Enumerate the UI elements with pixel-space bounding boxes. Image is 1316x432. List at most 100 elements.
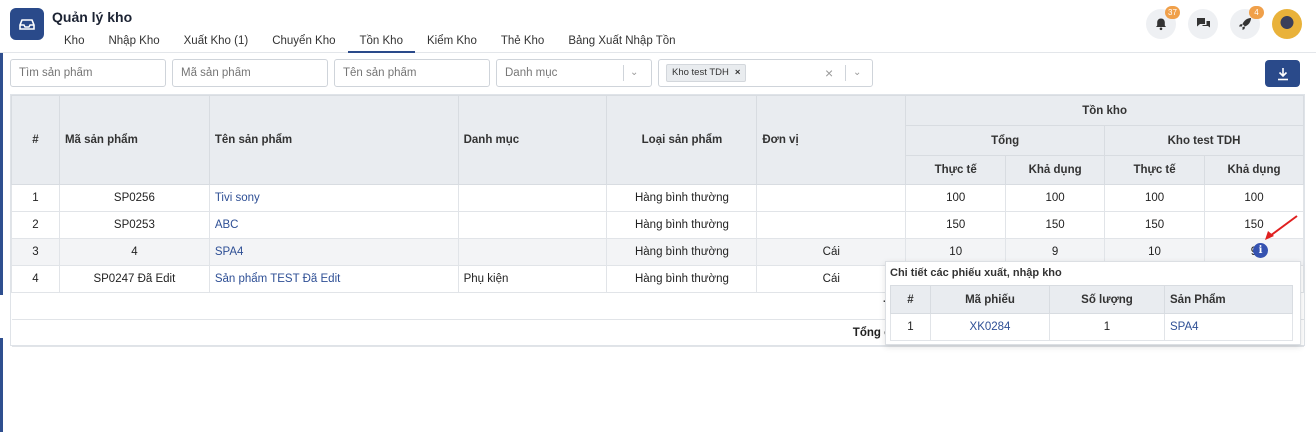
product-name-field[interactable]: [334, 59, 490, 87]
download-icon: [1277, 67, 1288, 80]
category-select[interactable]: Danh mục ⌄: [496, 59, 652, 87]
row-unit: [756, 184, 907, 212]
chat-button[interactable]: [1188, 9, 1218, 39]
popover-col-product: Sản Phẩm: [1164, 285, 1293, 314]
left-edge-strip: [0, 0, 3, 432]
tab-nhap-kho[interactable]: Nhập Kho: [96, 32, 171, 53]
popover-title: Chi tiết các phiếu xuất, nhập kho: [890, 267, 1062, 279]
chevron-down-icon[interactable]: ⌄: [630, 60, 638, 86]
row-type: Hàng bình thường: [606, 238, 758, 266]
row-product-link[interactable]: ABC: [208, 211, 459, 239]
row-type: Hàng bình thường: [606, 265, 758, 293]
table-row: 2 SP0253 ABC Hàng bình thường 150 150 15…: [11, 211, 1304, 239]
search-input[interactable]: [19, 67, 157, 79]
warehouse-app-icon[interactable]: [10, 8, 44, 40]
left-edge-segment: [0, 338, 3, 432]
notifications-button[interactable]: 37: [1146, 6, 1180, 39]
tab-bang-xuat-nhap-ton[interactable]: Bảng Xuất Nhập Tồn: [556, 32, 687, 53]
popover-voucher-link[interactable]: XK0284: [930, 313, 1050, 341]
bell-icon: [1156, 18, 1166, 31]
popover-row-index: 1: [890, 313, 931, 341]
popover-col-index: #: [890, 285, 931, 314]
row-index: 3: [11, 238, 60, 266]
warehouse-tag: Kho test TDH ×: [666, 64, 747, 82]
row-index: 2: [11, 211, 60, 239]
popover-table: # Mã phiếu Số lượng Sản Phẩm 1 XK0284 1 …: [890, 285, 1293, 341]
rocket-button[interactable]: 4: [1230, 6, 1264, 39]
search-product-field[interactable]: [10, 59, 166, 87]
warehouse-tag-label: Kho test TDH: [672, 67, 729, 78]
select-separator: [623, 65, 624, 81]
table-row: 1 SP0256 Tivi sony Hàng bình thường 100 …: [11, 184, 1304, 212]
row-total-available: 100: [1005, 184, 1106, 212]
col-warehouse-available[interactable]: Khả dụng: [1204, 155, 1304, 185]
tab-chuyen-kho[interactable]: Chuyển Kho: [260, 32, 347, 53]
app-header: Quản lý kho Kho Nhập Kho Xuất Kho (1) Ch…: [0, 0, 1316, 53]
row-code: 4: [58, 238, 210, 266]
col-group-stock: Tồn kho: [905, 95, 1304, 126]
col-warehouse-actual[interactable]: Thực tế: [1104, 155, 1205, 185]
tab-kiem-kho[interactable]: Kiểm Kho: [415, 32, 489, 53]
product-code-field[interactable]: [172, 59, 328, 87]
chevron-down-icon[interactable]: ⌄: [853, 60, 861, 86]
warehouse-select[interactable]: Kho test TDH × × ⌄: [658, 59, 873, 87]
rocket-icon: [1239, 18, 1251, 30]
row-category: [457, 184, 608, 212]
popover-col-qty: Số lượng: [1049, 285, 1165, 314]
tab-kho[interactable]: Kho: [52, 32, 96, 53]
row-product-link[interactable]: Sản phẩm TEST Đã Edit: [208, 265, 459, 293]
notification-count-badge: 37: [1165, 6, 1180, 19]
product-code-input[interactable]: [181, 67, 319, 79]
tab-xuat-kho[interactable]: Xuất Kho (1): [172, 32, 261, 53]
row-warehouse-actual: 150: [1104, 211, 1205, 239]
row-code: SP0253: [58, 211, 210, 239]
col-category[interactable]: Danh mục: [457, 95, 608, 185]
tab-ton-kho[interactable]: Tồn Kho: [347, 32, 415, 53]
row-category: [457, 211, 608, 239]
inbox-icon: [19, 19, 35, 30]
page-title: Quản lý kho: [52, 9, 133, 25]
row-code: SP0247 Đã Edit: [58, 265, 210, 293]
row-total-actual: 150: [905, 211, 1007, 239]
info-icon[interactable]: i: [1253, 243, 1268, 258]
col-group-total: Tổng: [905, 125, 1106, 156]
category-placeholder: Danh mục: [505, 67, 558, 79]
col-product-code[interactable]: Mã sản phẩm: [58, 95, 210, 185]
user-avatar[interactable]: [1272, 9, 1302, 39]
row-unit: [756, 211, 907, 239]
left-edge-segment: [0, 30, 3, 295]
col-index: #: [11, 95, 60, 185]
remove-tag-icon[interactable]: ×: [735, 67, 741, 78]
row-type: Hàng bình thường: [606, 184, 758, 212]
select-separator: [845, 65, 846, 81]
row-unit: Cái: [756, 265, 907, 293]
chat-icon: [1196, 18, 1210, 28]
popover-row-qty: 1: [1049, 313, 1165, 341]
popover-product-link[interactable]: SPA4: [1164, 313, 1293, 341]
col-total-available[interactable]: Khả dụng: [1005, 155, 1106, 185]
row-warehouse-available: 100: [1204, 184, 1304, 212]
col-group-warehouse: Kho test TDH: [1104, 125, 1304, 156]
col-product-name[interactable]: Tên sản phẩm: [208, 95, 459, 185]
rocket-count-badge: 4: [1249, 6, 1264, 19]
row-product-link[interactable]: Tivi sony: [208, 184, 459, 212]
product-name-input[interactable]: [343, 67, 481, 79]
col-unit[interactable]: Đơn vị: [756, 95, 907, 185]
row-product-link[interactable]: SPA4: [208, 238, 459, 266]
row-index: 1: [11, 184, 60, 212]
clear-icon[interactable]: ×: [825, 60, 833, 86]
popover-col-code: Mã phiếu: [930, 285, 1050, 314]
row-category: Phụ kiện: [457, 265, 608, 293]
col-total-actual[interactable]: Thực tế: [905, 155, 1007, 185]
red-arrow-annotation: [1265, 215, 1298, 240]
row-warehouse-actual: 100: [1104, 184, 1205, 212]
tab-bar: Kho Nhập Kho Xuất Kho (1) Chuyển Kho Tồn…: [52, 32, 688, 53]
row-code: SP0256: [58, 184, 210, 212]
tab-the-kho[interactable]: Thẻ Kho: [489, 32, 556, 53]
row-type: Hàng bình thường: [606, 211, 758, 239]
popover-row: 1 XK0284 1 SPA4: [890, 313, 1293, 341]
row-unit: Cái: [756, 238, 907, 266]
download-button[interactable]: [1265, 60, 1300, 87]
col-product-type[interactable]: Loại sản phẩm: [606, 95, 758, 185]
row-total-available: 150: [1005, 211, 1106, 239]
